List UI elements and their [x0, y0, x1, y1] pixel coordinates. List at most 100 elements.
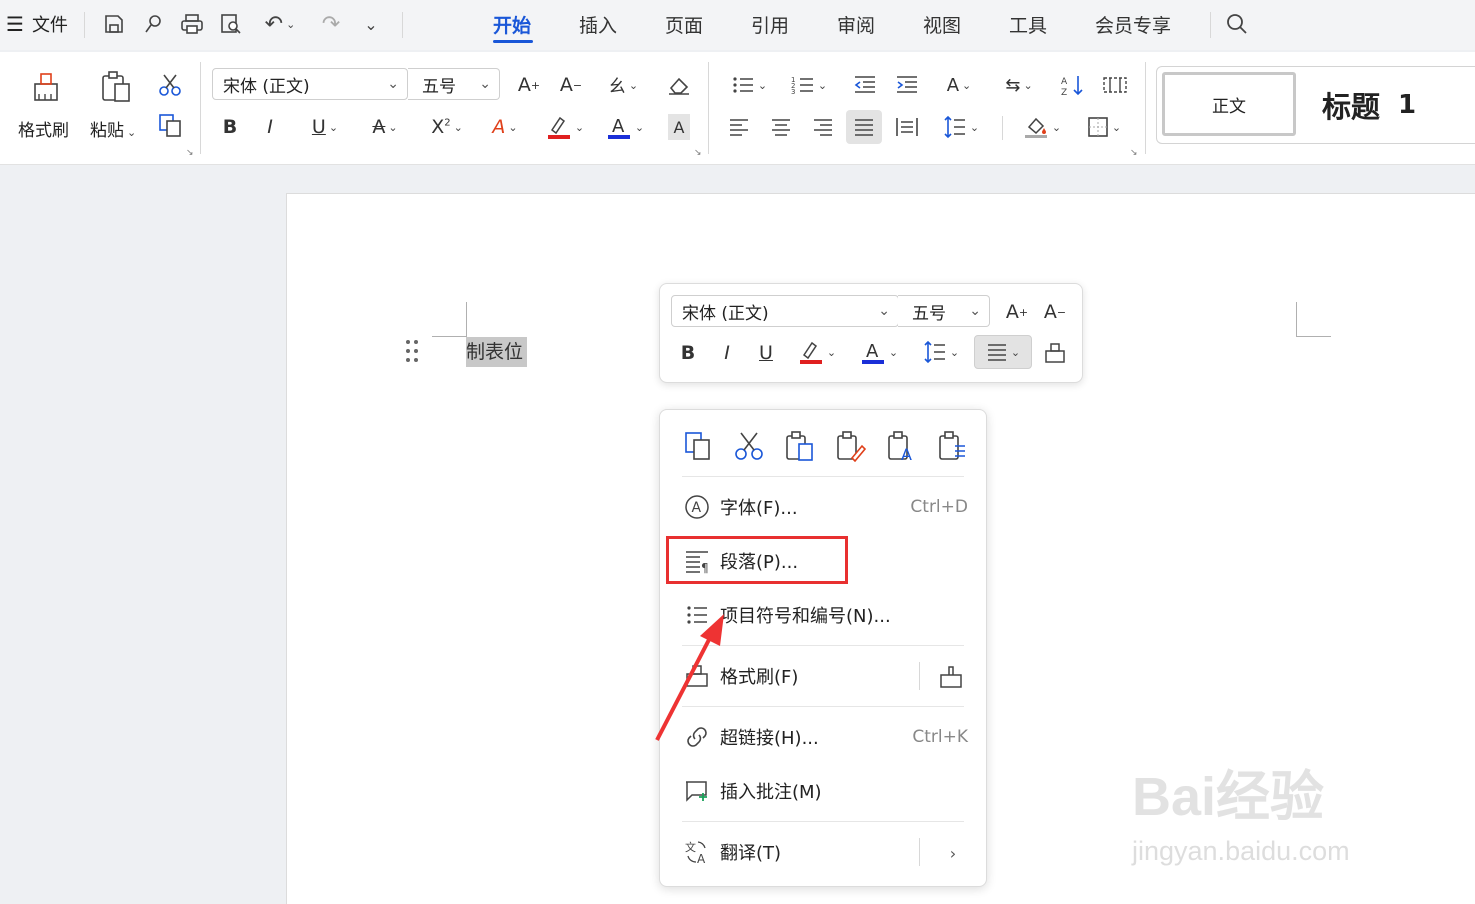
- sort-icon[interactable]: AZ: [1058, 70, 1088, 100]
- print-icon[interactable]: [177, 10, 207, 38]
- menu-item-font-shortcut: Ctrl+D: [910, 497, 968, 517]
- chevron-down-icon: ⌄: [878, 303, 890, 319]
- mini-font-name-value: 宋体 (正文): [682, 303, 769, 324]
- clipboard-dialog-launcher-icon[interactable]: ↘: [186, 148, 194, 158]
- mini-font-size-dropdown[interactable]: 五号 ⌄: [898, 295, 990, 327]
- format-painter-icon[interactable]: [26, 68, 66, 106]
- chevron-down-icon: ⌄: [479, 76, 491, 92]
- strikethrough-icon[interactable]: A ⌄: [362, 112, 408, 142]
- font-name-dropdown[interactable]: 宋体 (正文) ⌄: [212, 68, 408, 100]
- decrease-indent-icon[interactable]: [850, 70, 880, 100]
- cut-icon[interactable]: [731, 428, 767, 464]
- customize-quick-access-icon[interactable]: ⌄: [356, 10, 386, 38]
- tab-references[interactable]: 引用: [751, 10, 789, 38]
- clear-format-icon[interactable]: [664, 70, 694, 100]
- drag-handle-icon[interactable]: [404, 338, 420, 364]
- font-size-dropdown[interactable]: 五号 ⌄: [408, 68, 500, 100]
- paste-text-only-icon[interactable]: A: [884, 428, 920, 464]
- paste-icon[interactable]: [96, 68, 136, 106]
- highlight-icon[interactable]: ⌄: [542, 112, 588, 142]
- show-hide-marks-icon[interactable]: [1100, 70, 1130, 100]
- mini-increase-font-size-icon[interactable]: A +: [1002, 297, 1032, 327]
- distributed-align-icon[interactable]: [892, 112, 922, 142]
- mini-highlight-icon[interactable]: ⌄: [794, 336, 840, 368]
- format-painter-sticky-icon[interactable]: [934, 662, 968, 692]
- superscript-icon[interactable]: X2 ⌄: [424, 112, 470, 142]
- redo-icon[interactable]: ↷: [316, 10, 346, 38]
- shading-icon[interactable]: ⌄: [1018, 112, 1066, 142]
- cut-icon[interactable]: [154, 70, 186, 100]
- tab-member[interactable]: 会员专享: [1095, 10, 1171, 38]
- align-right-icon[interactable]: [808, 112, 838, 142]
- tab-review[interactable]: 审阅: [837, 10, 875, 38]
- align-left-icon[interactable]: [724, 112, 754, 142]
- svg-text:A: A: [1061, 77, 1068, 87]
- paste-keep-format-icon[interactable]: [782, 428, 818, 464]
- paragraph-dialog-launcher-icon[interactable]: ↘: [1130, 148, 1138, 158]
- divider: [919, 662, 920, 690]
- mini-underline-icon[interactable]: U: [753, 338, 779, 368]
- menu-item-font[interactable]: A 字体(F)... Ctrl+D: [660, 485, 986, 529]
- save-icon[interactable]: [99, 10, 129, 38]
- mini-bold-icon[interactable]: B: [675, 338, 701, 368]
- tab-tools[interactable]: 工具: [1009, 10, 1047, 38]
- tab-insert[interactable]: 插入: [579, 10, 617, 38]
- paste-merge-format-icon[interactable]: [833, 428, 869, 464]
- svg-text:文: 文: [685, 840, 696, 854]
- paste-special-icon[interactable]: [935, 428, 971, 464]
- export-pdf-icon[interactable]: [138, 10, 168, 38]
- tab-page[interactable]: 页面: [665, 10, 703, 38]
- increase-indent-icon[interactable]: [892, 70, 922, 100]
- borders-icon[interactable]: ⌄: [1080, 112, 1128, 142]
- style-heading-1[interactable]: 标题 1: [1322, 84, 1416, 126]
- submenu-chevron-right-icon[interactable]: ›: [940, 838, 966, 868]
- mini-format-painter-icon[interactable]: [1040, 338, 1070, 368]
- underline-icon[interactable]: U ⌄: [302, 112, 348, 142]
- sort-direction-icon[interactable]: ⇆ ⌄: [996, 70, 1042, 100]
- decrease-font-size-icon[interactable]: A −: [556, 70, 586, 100]
- menu-item-translate[interactable]: 文A 翻译(T): [660, 830, 986, 874]
- undo-icon[interactable]: ↶ ⌄: [258, 10, 302, 38]
- selected-text[interactable]: 制表位: [466, 337, 528, 367]
- phonetic-guide-icon[interactable]: ㄠ ⌄: [600, 70, 646, 100]
- increase-font-size-icon[interactable]: A +: [514, 70, 544, 100]
- menu-bar: ☰ 文件 ↶ ⌄ ↷ ⌄ 开始 插入 页面 引用 审阅 视图 工具 会员专享: [0, 0, 1475, 50]
- menu-item-insert-comment[interactable]: 插入批注(M): [660, 769, 986, 813]
- menu-separator: [682, 476, 964, 477]
- print-preview-icon[interactable]: [216, 10, 246, 38]
- copy-icon[interactable]: [680, 428, 716, 464]
- character-shading-icon[interactable]: A: [668, 114, 690, 140]
- tab-home[interactable]: 开始: [493, 10, 531, 38]
- mini-font-color-icon[interactable]: A ⌄: [856, 336, 902, 368]
- mini-decrease-font-size-icon[interactable]: A −: [1040, 297, 1070, 327]
- font-dialog-launcher-icon[interactable]: ↘: [694, 148, 702, 158]
- style-heading-1-number: 1: [1398, 90, 1417, 120]
- font-color-icon[interactable]: A ⌄: [602, 112, 648, 142]
- file-menu[interactable]: ☰ 文件: [6, 10, 68, 38]
- text-effect-icon[interactable]: A ⌄: [482, 112, 528, 142]
- chevron-down-icon: ⌄: [969, 303, 981, 319]
- mini-font-size-value: 五号: [912, 303, 946, 324]
- tab-view[interactable]: 视图: [923, 10, 961, 38]
- numbering-icon[interactable]: 1 2 3 ⌄: [786, 70, 832, 100]
- svg-text:A: A: [692, 500, 702, 516]
- hamburger-icon: ☰: [6, 12, 24, 36]
- mini-align-dropdown[interactable]: ⌄: [974, 335, 1032, 369]
- search-icon[interactable]: [1222, 10, 1252, 38]
- svg-text:A: A: [901, 445, 912, 462]
- format-painter-label[interactable]: 格式刷: [18, 116, 69, 141]
- mini-italic-icon[interactable]: I: [714, 338, 740, 368]
- copy-icon[interactable]: [154, 110, 186, 140]
- bullets-icon[interactable]: ⌄: [726, 70, 772, 100]
- divider: [708, 62, 709, 154]
- text-direction-icon[interactable]: A ⌄: [936, 70, 982, 100]
- mini-font-name-dropdown[interactable]: 宋体 (正文) ⌄: [671, 295, 899, 327]
- align-center-icon[interactable]: [766, 112, 796, 142]
- paste-dropdown[interactable]: 粘贴 ⌄: [90, 116, 136, 141]
- line-spacing-icon[interactable]: ⌄: [936, 112, 986, 142]
- bold-icon[interactable]: B: [216, 112, 244, 142]
- style-normal[interactable]: 正文: [1162, 72, 1296, 136]
- justify-icon[interactable]: [846, 110, 882, 144]
- italic-icon[interactable]: I: [256, 112, 284, 142]
- mini-line-spacing-icon[interactable]: ⌄: [918, 336, 964, 368]
